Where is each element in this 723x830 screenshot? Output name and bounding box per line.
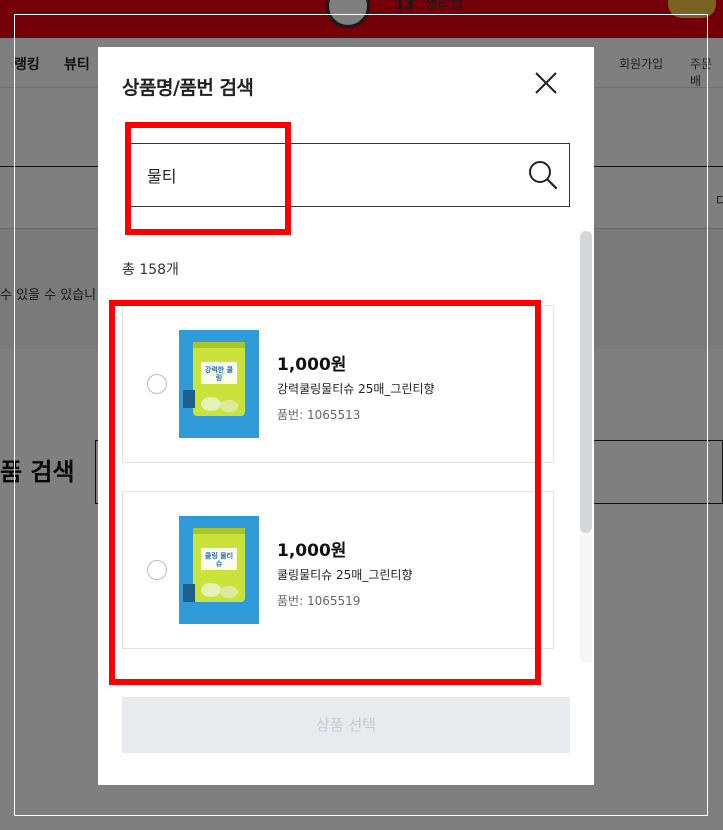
product-radio[interactable] <box>147 374 167 394</box>
search-box <box>130 143 570 207</box>
package-label: 강력한 쿨링 <box>204 366 234 382</box>
product-price: 1,000원 <box>277 541 347 561</box>
product-thumbnail: 쿨링 물티슈 <box>179 516 259 624</box>
search-input[interactable] <box>147 158 507 192</box>
product-number: 품번: 1065519 <box>277 594 361 608</box>
scrollbar-thumb[interactable] <box>580 231 592 533</box>
product-price: 1,000원 <box>277 355 347 375</box>
product-thumbnail: 강력한 쿨링 <box>179 330 259 438</box>
modal-title: 상품명/품번 검색 <box>122 77 254 99</box>
product-card[interactable]: 쿨링 물티슈 1,000원 쿨링물티슈 25매_그린티향 품번: 1065519 <box>122 491 554 649</box>
product-radio[interactable] <box>147 560 167 580</box>
select-product-button[interactable]: 상품 선택 <box>122 697 570 753</box>
product-number: 품번: 1065513 <box>277 408 361 422</box>
product-list: 강력한 쿨링 1,000원 강력쿨링물티슈 25매_그린티향 품번: 10655… <box>122 305 554 665</box>
result-count: 총 158개 <box>122 262 179 278</box>
search-button[interactable] <box>527 159 559 191</box>
package-label: 쿨링 물티슈 <box>204 552 234 568</box>
close-button[interactable] <box>532 69 560 97</box>
product-name: 쿨링물티슈 25매_그린티향 <box>277 568 413 582</box>
close-icon <box>535 72 557 94</box>
product-name: 강력쿨링물티슈 25매_그린티향 <box>277 382 435 396</box>
product-card[interactable]: 강력한 쿨링 1,000원 강력쿨링물티슈 25매_그린티향 품번: 10655… <box>122 305 554 463</box>
search-icon <box>529 161 558 190</box>
product-search-modal: 상품명/품번 검색 총 158개 <box>98 47 594 785</box>
